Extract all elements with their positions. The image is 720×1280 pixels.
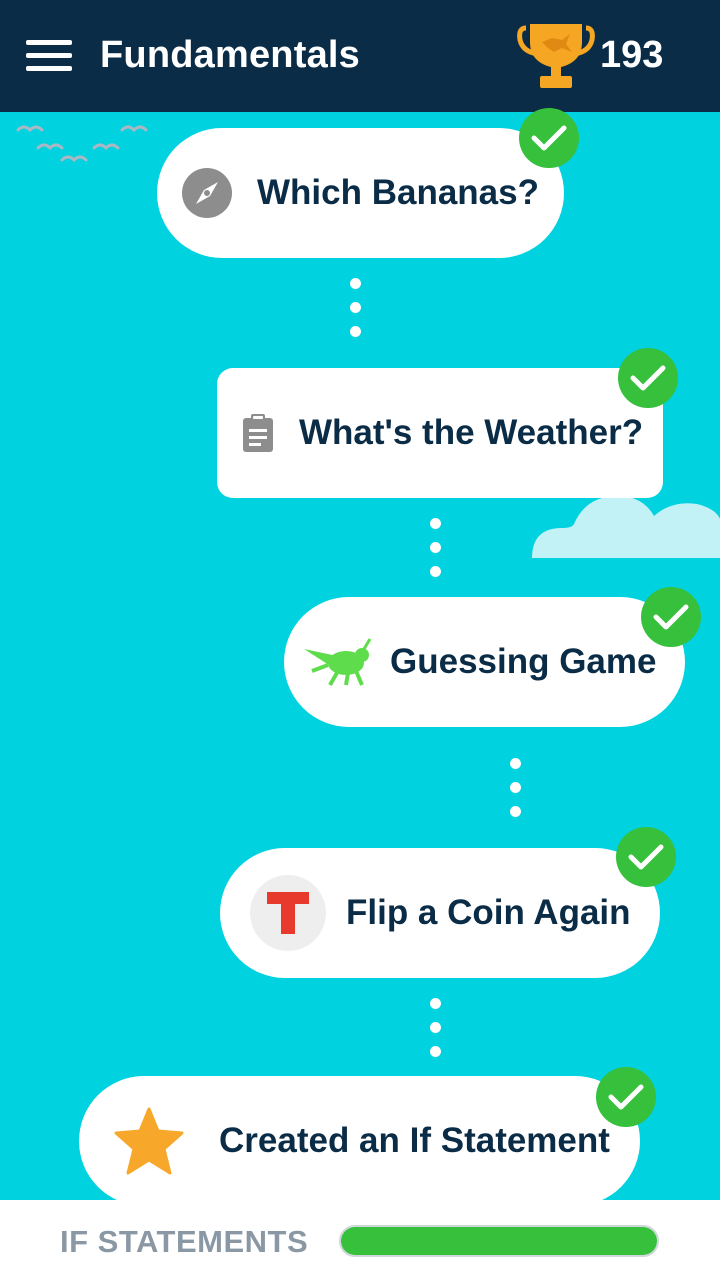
cloud-decoration [532, 495, 720, 558]
lesson-card[interactable]: What's the Weather? [217, 368, 663, 498]
top-bar: Fundamentals 193 [0, 0, 720, 112]
compass-icon [181, 167, 233, 219]
star-icon [113, 1107, 185, 1175]
lesson-card[interactable]: Guessing Game [284, 597, 685, 727]
checkmark-icon [641, 587, 701, 647]
page-title: Fundamentals [100, 34, 360, 76]
checkmark-icon [519, 108, 579, 168]
checkmark-icon [618, 348, 678, 408]
checkmark-icon [596, 1067, 656, 1127]
score-count: 193 [600, 34, 664, 76]
section-progress-bar [339, 1225, 659, 1257]
t-logo-icon [250, 875, 326, 951]
section-label: IF STATEMENTS [60, 1224, 309, 1259]
lesson-card[interactable]: Flip a Coin Again [220, 848, 660, 978]
lesson-card[interactable]: Which Bananas? [157, 128, 564, 258]
path-dots [430, 518, 442, 590]
birds-decoration [16, 125, 148, 163]
path-dots [510, 758, 522, 830]
lesson-title: Flip a Coin Again [346, 893, 631, 932]
path-dots [350, 278, 362, 350]
clipboard-icon [241, 413, 275, 453]
lesson-title: Created an If Statement [219, 1121, 610, 1160]
checkmark-icon [616, 827, 676, 887]
path-dots [430, 998, 442, 1070]
grasshopper-icon [302, 637, 372, 687]
lesson-title: Which Bananas? [257, 173, 539, 212]
trophy-icon[interactable] [516, 22, 596, 92]
progress-fill [341, 1227, 657, 1255]
lesson-title: What's the Weather? [299, 413, 644, 452]
lesson-title: Guessing Game [390, 642, 657, 681]
lesson-card[interactable]: Created an If Statement [79, 1076, 640, 1206]
menu-icon[interactable] [26, 38, 74, 74]
